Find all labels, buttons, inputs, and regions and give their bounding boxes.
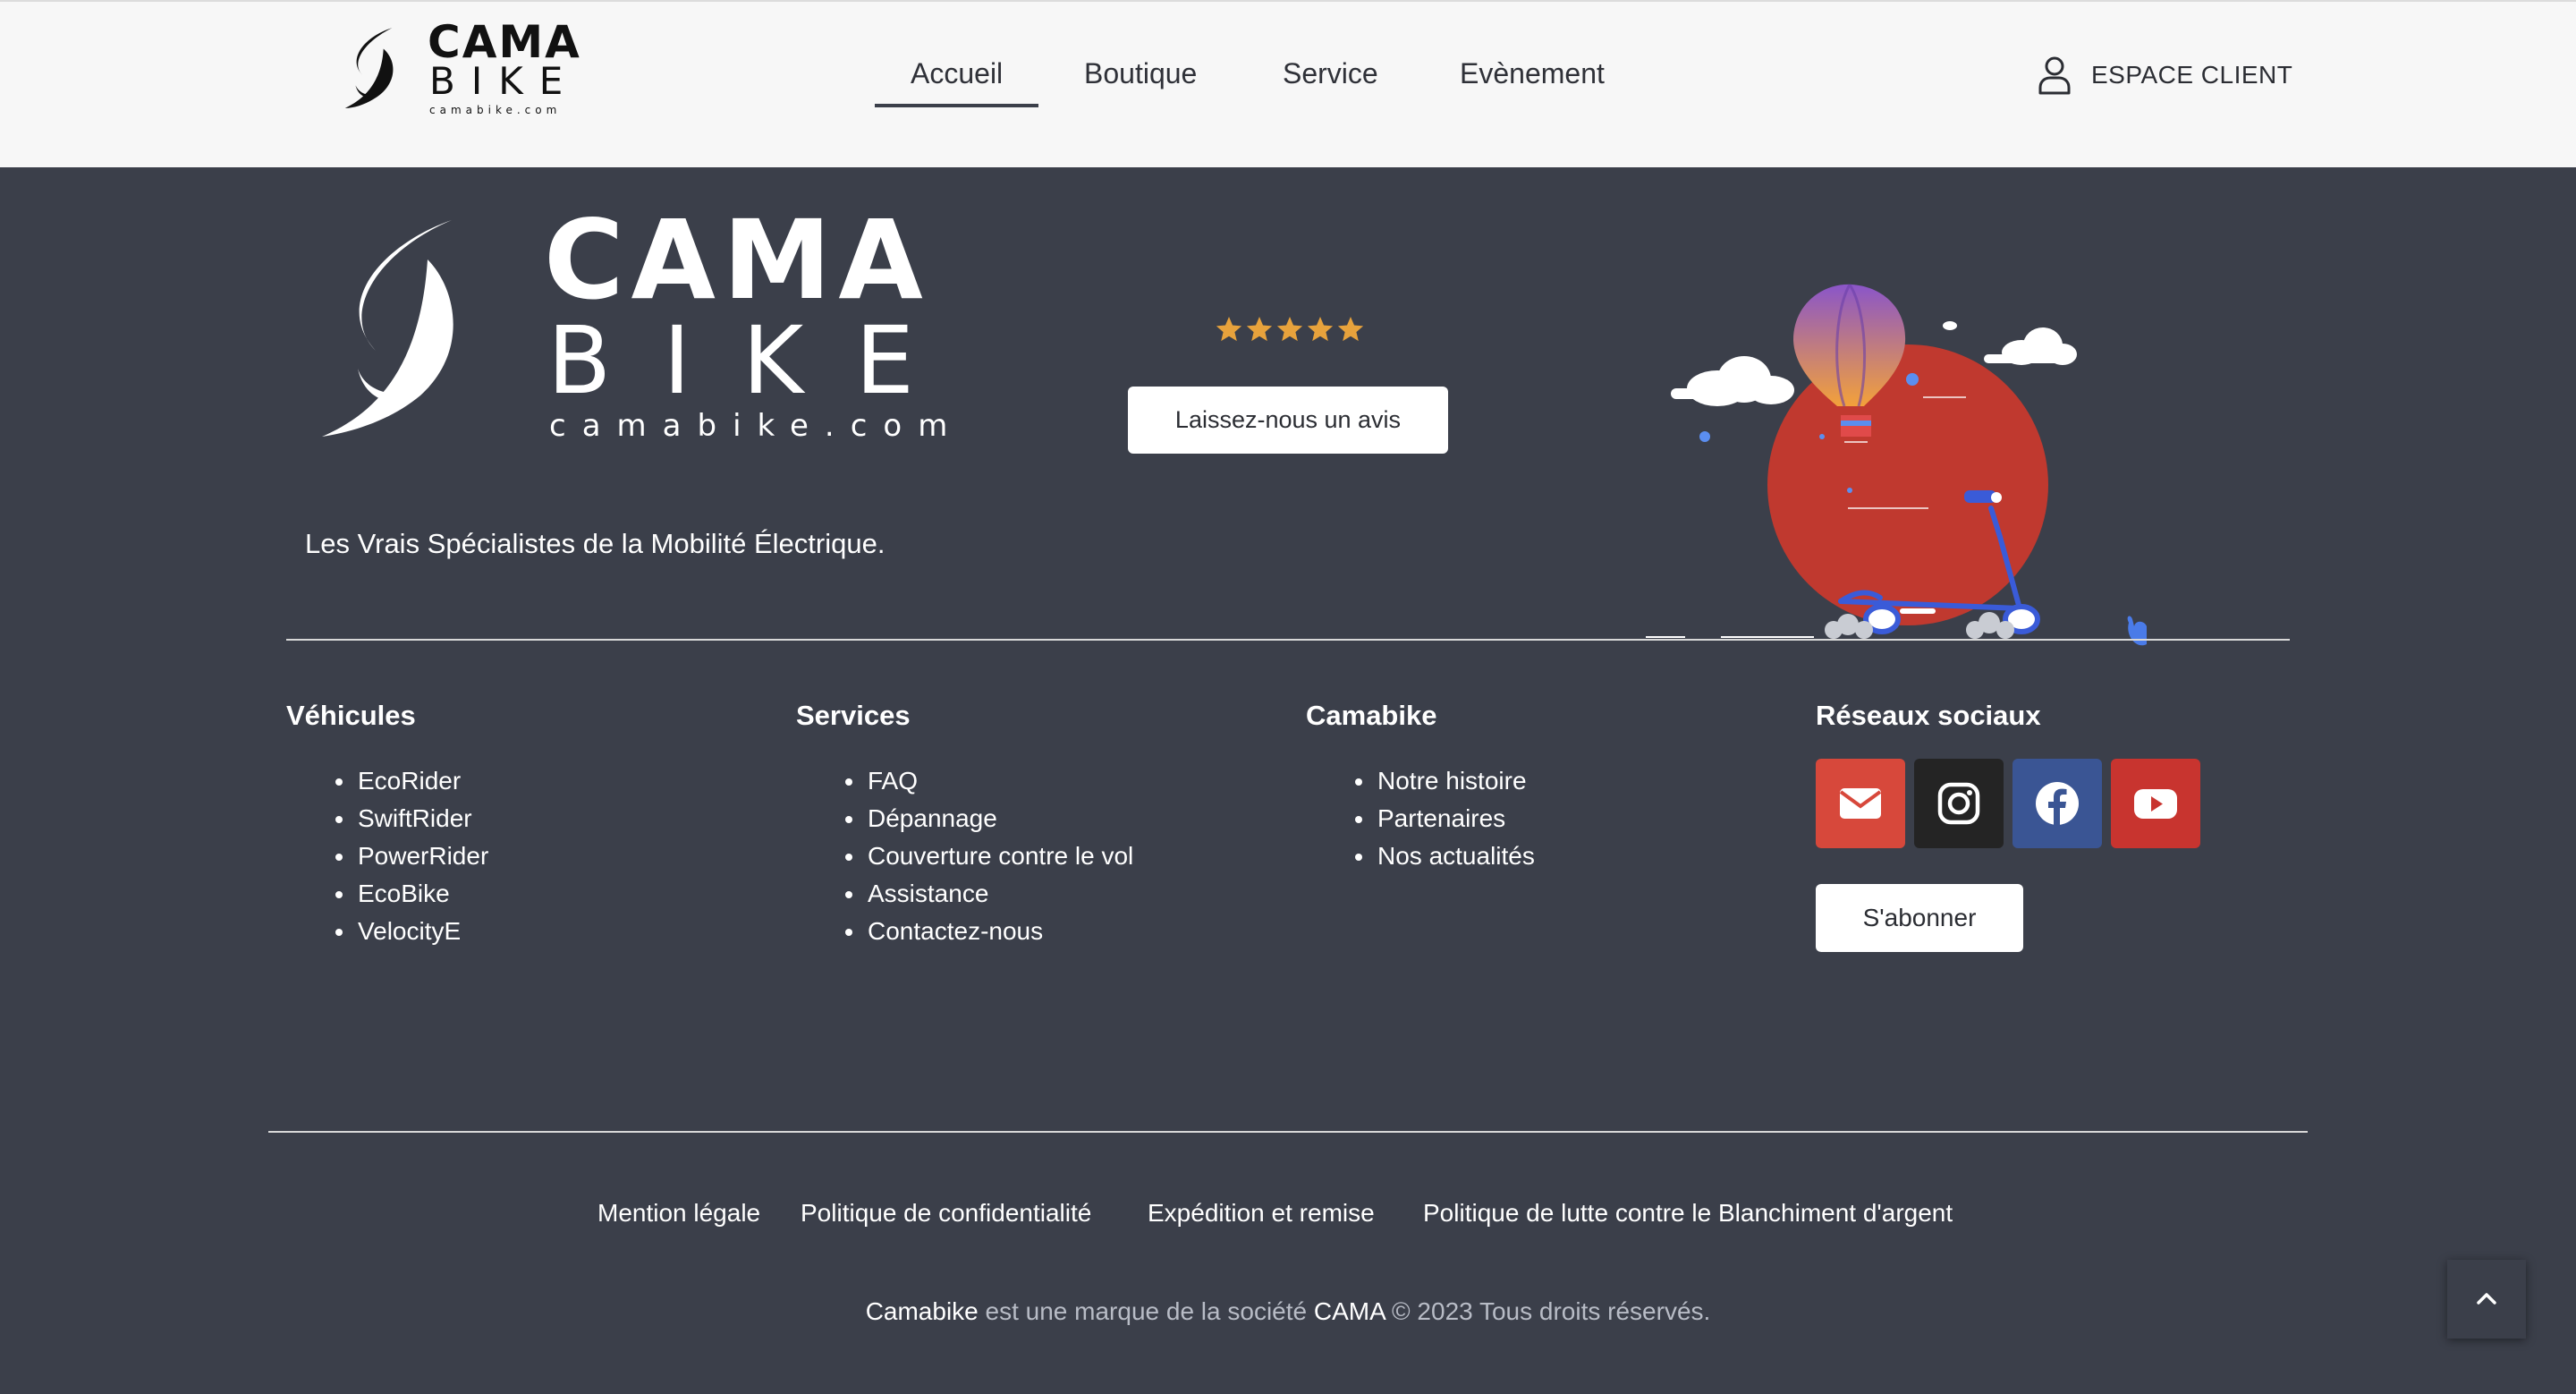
footer-column-services: Services FAQ Dépannage Couverture contre… [796, 700, 1133, 950]
column-title-vehicules: Véhicules [286, 700, 416, 731]
footer-link-swiftrider[interactable]: SwiftRider [286, 800, 488, 837]
instagram-icon [1937, 782, 1980, 825]
legal-link-confidentialite[interactable]: Politique de confidentialité [801, 1199, 1091, 1228]
footer-divider-top [286, 639, 2290, 641]
logo-domain: camabike.com [429, 104, 562, 116]
logo-mark-icon [344, 28, 394, 108]
logo-mark-icon [322, 220, 453, 437]
nav-item-boutique[interactable]: Boutique [1084, 54, 1197, 93]
copyright-text: Camabike est une marque de la société CA… [0, 1297, 2576, 1326]
header-logo[interactable]: CAMA BIKE camabike.com [338, 20, 580, 116]
footer-divider-bottom [268, 1131, 2308, 1133]
scroll-to-top-button[interactable] [2447, 1260, 2526, 1339]
footer-link-notre-histoire[interactable]: Notre histoire [1306, 762, 1535, 800]
logo-word-bike: BIKE [547, 306, 966, 415]
footer-link-actualites[interactable]: Nos actualités [1306, 837, 1535, 875]
column-title-services: Services [796, 700, 911, 731]
copyright-company: CAMA [1313, 1297, 1385, 1325]
copyright-text-1: est une marque de la société [978, 1297, 1314, 1325]
vehicules-list: EcoRider SwiftRider PowerRider EcoBike V… [286, 762, 488, 950]
espace-client-link[interactable]: ESPACE CLIENT [2038, 54, 2292, 97]
espace-client-label: ESPACE CLIENT [2091, 61, 2293, 89]
legal-link-expedition[interactable]: Expédition et remise [1148, 1199, 1375, 1228]
facebook-icon [2036, 782, 2079, 825]
social-email-button[interactable] [1816, 759, 1905, 848]
tagline: Les Vrais Spécialistes de la Mobilité Él… [305, 528, 886, 559]
nav-item-evenement[interactable]: Evènement [1460, 54, 1605, 93]
star-icon [1216, 317, 1242, 342]
nav-item-service[interactable]: Service [1283, 54, 1378, 93]
rating-stars [1215, 315, 1365, 344]
column-title-camabike: Camabike [1306, 700, 1437, 731]
star-icon [1307, 317, 1334, 342]
social-links [1816, 759, 2200, 848]
logo-word-cama: CAMA [544, 197, 930, 324]
footer-link-partenaires[interactable]: Partenaires [1306, 800, 1535, 837]
social-instagram-button[interactable] [1914, 759, 2004, 848]
footer-link-ecobike[interactable]: EcoBike [286, 875, 488, 913]
footer-link-depannage[interactable]: Dépannage [796, 800, 1133, 837]
review-button[interactable]: Laissez-nous un avis [1128, 387, 1448, 454]
services-list: FAQ Dépannage Couverture contre le vol A… [796, 762, 1133, 950]
chevron-up-icon [2477, 1293, 2496, 1305]
user-icon [2038, 56, 2071, 95]
copyright-text-2: © 2023 Tous droits réservés. [1385, 1297, 1711, 1325]
camabike-list: Notre histoire Partenaires Nos actualité… [1306, 762, 1535, 875]
footer-link-velocitye[interactable]: VelocityE [286, 913, 488, 950]
social-facebook-button[interactable] [2012, 759, 2102, 848]
logo-word-bike: BIKE [429, 59, 580, 103]
star-icon [1337, 317, 1364, 342]
legal-link-mention-legale[interactable]: Mention légale [597, 1199, 760, 1228]
copyright-brand: Camabike [865, 1297, 979, 1325]
footer-column-reseaux: Réseaux sociaux S'abonner [1816, 700, 2200, 952]
subscribe-button[interactable]: S'abonner [1816, 884, 2023, 952]
footer-link-powerrider[interactable]: PowerRider [286, 837, 488, 875]
footer-link-assistance[interactable]: Assistance [796, 875, 1133, 913]
logo-word-cama: CAMA [428, 16, 581, 68]
column-title-reseaux: Réseaux sociaux [1816, 700, 2041, 731]
youtube-icon [2134, 789, 2177, 819]
nav-item-accueil[interactable]: Accueil [874, 54, 1039, 107]
balloon-scooter-illustration [1646, 284, 2147, 646]
legal-link-blanchiment[interactable]: Politique de lutte contre le Blanchiment… [1423, 1199, 1953, 1228]
star-icon [1246, 317, 1273, 342]
footer-link-contact[interactable]: Contactez-nous [796, 913, 1133, 950]
social-youtube-button[interactable] [2111, 759, 2200, 848]
logo-domain: camabike.com [549, 408, 964, 444]
footer-column-vehicules: Véhicules EcoRider SwiftRider PowerRider… [286, 700, 488, 950]
footer-link-ecorider[interactable]: EcoRider [286, 762, 488, 800]
footer-column-camabike: Camabike Notre histoire Partenaires Nos … [1306, 700, 1535, 875]
footer-link-faq[interactable]: FAQ [796, 762, 1133, 800]
footer-logo[interactable]: CAMA BIKE camabike.com [313, 206, 947, 447]
star-icon [1276, 317, 1303, 342]
site-header: CAMA BIKE camabike.com Accueil Boutique … [0, 0, 2576, 167]
footer-link-couverture-vol[interactable]: Couverture contre le vol [796, 837, 1133, 875]
envelope-icon [1839, 788, 1882, 819]
